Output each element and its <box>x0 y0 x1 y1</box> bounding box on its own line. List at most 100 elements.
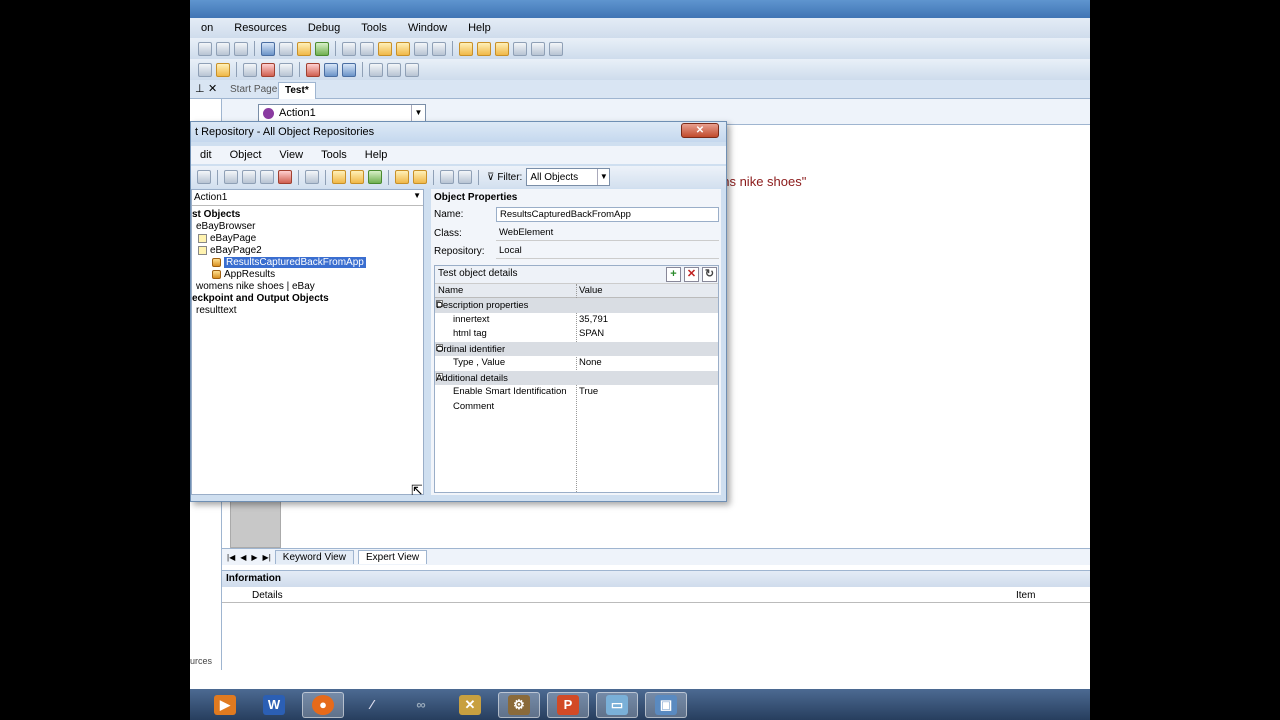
dialog-menu-object[interactable]: Object <box>221 149 271 161</box>
tree-action-combo[interactable]: Action1 ▼ <box>192 190 423 206</box>
redo-icon[interactable] <box>360 41 374 56</box>
menu-item-help[interactable]: Help <box>457 22 501 34</box>
hand-icon[interactable] <box>458 170 472 184</box>
step-over-icon[interactable] <box>324 62 338 77</box>
copy-icon[interactable] <box>242 170 256 184</box>
menu-item-debug[interactable]: Debug <box>297 22 350 34</box>
insert-icon[interactable] <box>243 62 257 77</box>
undo-icon[interactable] <box>342 41 356 56</box>
object-spy-icon[interactable] <box>495 41 509 56</box>
highlight-icon[interactable] <box>368 170 382 184</box>
last-icon[interactable]: ▶| <box>263 553 271 562</box>
media-player-icon[interactable]: ▶ <box>204 692 246 718</box>
scissors-icon[interactable] <box>279 62 293 77</box>
cut-icon[interactable] <box>198 41 212 56</box>
tree-node-ebay-page[interactable]: eBayPage <box>198 233 256 244</box>
notepad-icon[interactable]: ▭ <box>596 691 638 718</box>
paste-icon[interactable] <box>234 41 248 56</box>
find-icon[interactable] <box>305 170 319 184</box>
format-icon[interactable] <box>279 41 293 56</box>
step-into-icon[interactable] <box>306 62 320 77</box>
glasses-icon[interactable]: ∞ <box>400 692 442 718</box>
dialog-menu-help[interactable]: Help <box>356 149 397 161</box>
binoculars-icon[interactable] <box>414 41 428 56</box>
tools-icon[interactable]: ✕ <box>449 692 491 718</box>
refresh-icon[interactable]: ↻ <box>702 267 717 282</box>
menu-item-window[interactable]: Window <box>397 22 457 34</box>
window-icon[interactable] <box>387 62 401 77</box>
qtp-icon[interactable]: ⚙ <box>498 691 540 718</box>
property-row[interactable]: Enable Smart Identification True <box>435 385 718 400</box>
spy-icon[interactable] <box>440 170 454 184</box>
col-name[interactable]: Name <box>438 285 463 296</box>
resources-tab-partial[interactable]: urces <box>190 656 212 666</box>
chevron-down-icon[interactable]: ▼ <box>597 169 609 185</box>
tree-node-test-objects[interactable]: st Objects <box>192 209 240 220</box>
name-field[interactable]: ResultsCapturedBackFromApp <box>496 207 719 222</box>
record-icon[interactable] <box>477 41 491 56</box>
add-object-icon[interactable] <box>332 170 346 184</box>
property-row[interactable]: innertext 35,791 <box>435 313 718 328</box>
menu-item-file-partial[interactable]: on <box>190 22 223 34</box>
add-property-button[interactable]: + <box>666 267 681 282</box>
info-col-item[interactable]: Item <box>1016 590 1035 601</box>
cut-icon[interactable] <box>224 170 238 184</box>
font-icon[interactable] <box>432 41 446 56</box>
search-next-icon[interactable] <box>396 41 410 56</box>
remove-property-button[interactable]: ✕ <box>684 267 699 282</box>
calc-icon[interactable] <box>198 62 212 77</box>
dialog-menu-tools[interactable]: Tools <box>312 149 356 161</box>
pin-icon[interactable]: ⊥ <box>195 82 205 95</box>
step-out-icon[interactable] <box>342 62 356 77</box>
chevron-down-icon[interactable]: ▼ <box>411 105 425 121</box>
paste-icon[interactable] <box>260 170 274 184</box>
group-ordinal-identifier[interactable]: − Ordinal identifier <box>435 341 718 356</box>
check-icon[interactable] <box>315 41 329 56</box>
tree-node-resulttext[interactable]: resulttext <box>196 305 237 316</box>
table-icon[interactable] <box>513 41 527 56</box>
edit-icon[interactable] <box>261 41 275 56</box>
delete-icon[interactable] <box>278 170 292 184</box>
property-row[interactable]: Comment <box>435 400 718 415</box>
lock-icon[interactable] <box>216 62 230 77</box>
settings-icon[interactable] <box>531 41 545 56</box>
remote-desktop-icon[interactable]: ▣ <box>645 691 687 718</box>
step-icon[interactable] <box>549 41 563 56</box>
group-description-properties[interactable]: − Description properties <box>435 298 718 313</box>
tree-node-results-captured[interactable]: ResultsCapturedBackFromApp <box>212 257 366 268</box>
tab-test[interactable]: Test* <box>278 82 316 99</box>
pen-icon[interactable]: ∕ <box>351 692 393 718</box>
view-icon[interactable] <box>369 62 383 77</box>
firefox-icon[interactable]: ● <box>302 691 344 718</box>
add-objects-icon[interactable] <box>350 170 364 184</box>
output-icon[interactable] <box>413 170 427 184</box>
group-additional-details[interactable]: − Additional details <box>435 370 718 385</box>
tab-expert-view[interactable]: Expert View <box>357 550 428 564</box>
back-icon[interactable] <box>197 170 211 184</box>
tree-node-ebay-page2[interactable]: eBayPage2 <box>198 245 262 256</box>
dialog-menu-edit[interactable]: dit <box>191 149 221 161</box>
word-icon[interactable]: W <box>253 692 295 718</box>
prev-icon[interactable]: ◀ <box>240 553 246 562</box>
next-icon[interactable]: ▶ <box>251 553 257 562</box>
property-row[interactable]: Type , Value None <box>435 356 718 371</box>
property-row[interactable]: html tag SPAN <box>435 327 718 342</box>
tree-node-ebay-browser[interactable]: eBayBrowser <box>196 221 255 232</box>
action-select[interactable]: Action1 ▼ <box>258 104 426 122</box>
dialog-menu-view[interactable]: View <box>270 149 312 161</box>
copy-icon[interactable] <box>216 41 230 56</box>
tree-node-womens-nike[interactable]: womens nike shoes | eBay <box>196 281 315 292</box>
powerpoint-icon[interactable]: P <box>547 691 589 718</box>
col-value[interactable]: Value <box>579 285 603 296</box>
search-icon[interactable] <box>378 41 392 56</box>
pointer-icon[interactable] <box>459 41 473 56</box>
checkpoint-icon[interactable] <box>395 170 409 184</box>
tab-start-page[interactable]: Start Page <box>224 82 283 99</box>
chevron-down-icon[interactable]: ▼ <box>413 191 421 200</box>
dialog-close-button[interactable]: ✕ <box>681 123 719 138</box>
menu-item-tools[interactable]: Tools <box>350 22 397 34</box>
tree-node-checkpoint-output[interactable]: eckpoint and Output Objects <box>192 293 329 304</box>
filter-select[interactable]: All Objects ▼ <box>526 168 611 186</box>
first-icon[interactable]: |◀ <box>227 553 235 562</box>
hand-icon[interactable] <box>405 62 419 77</box>
